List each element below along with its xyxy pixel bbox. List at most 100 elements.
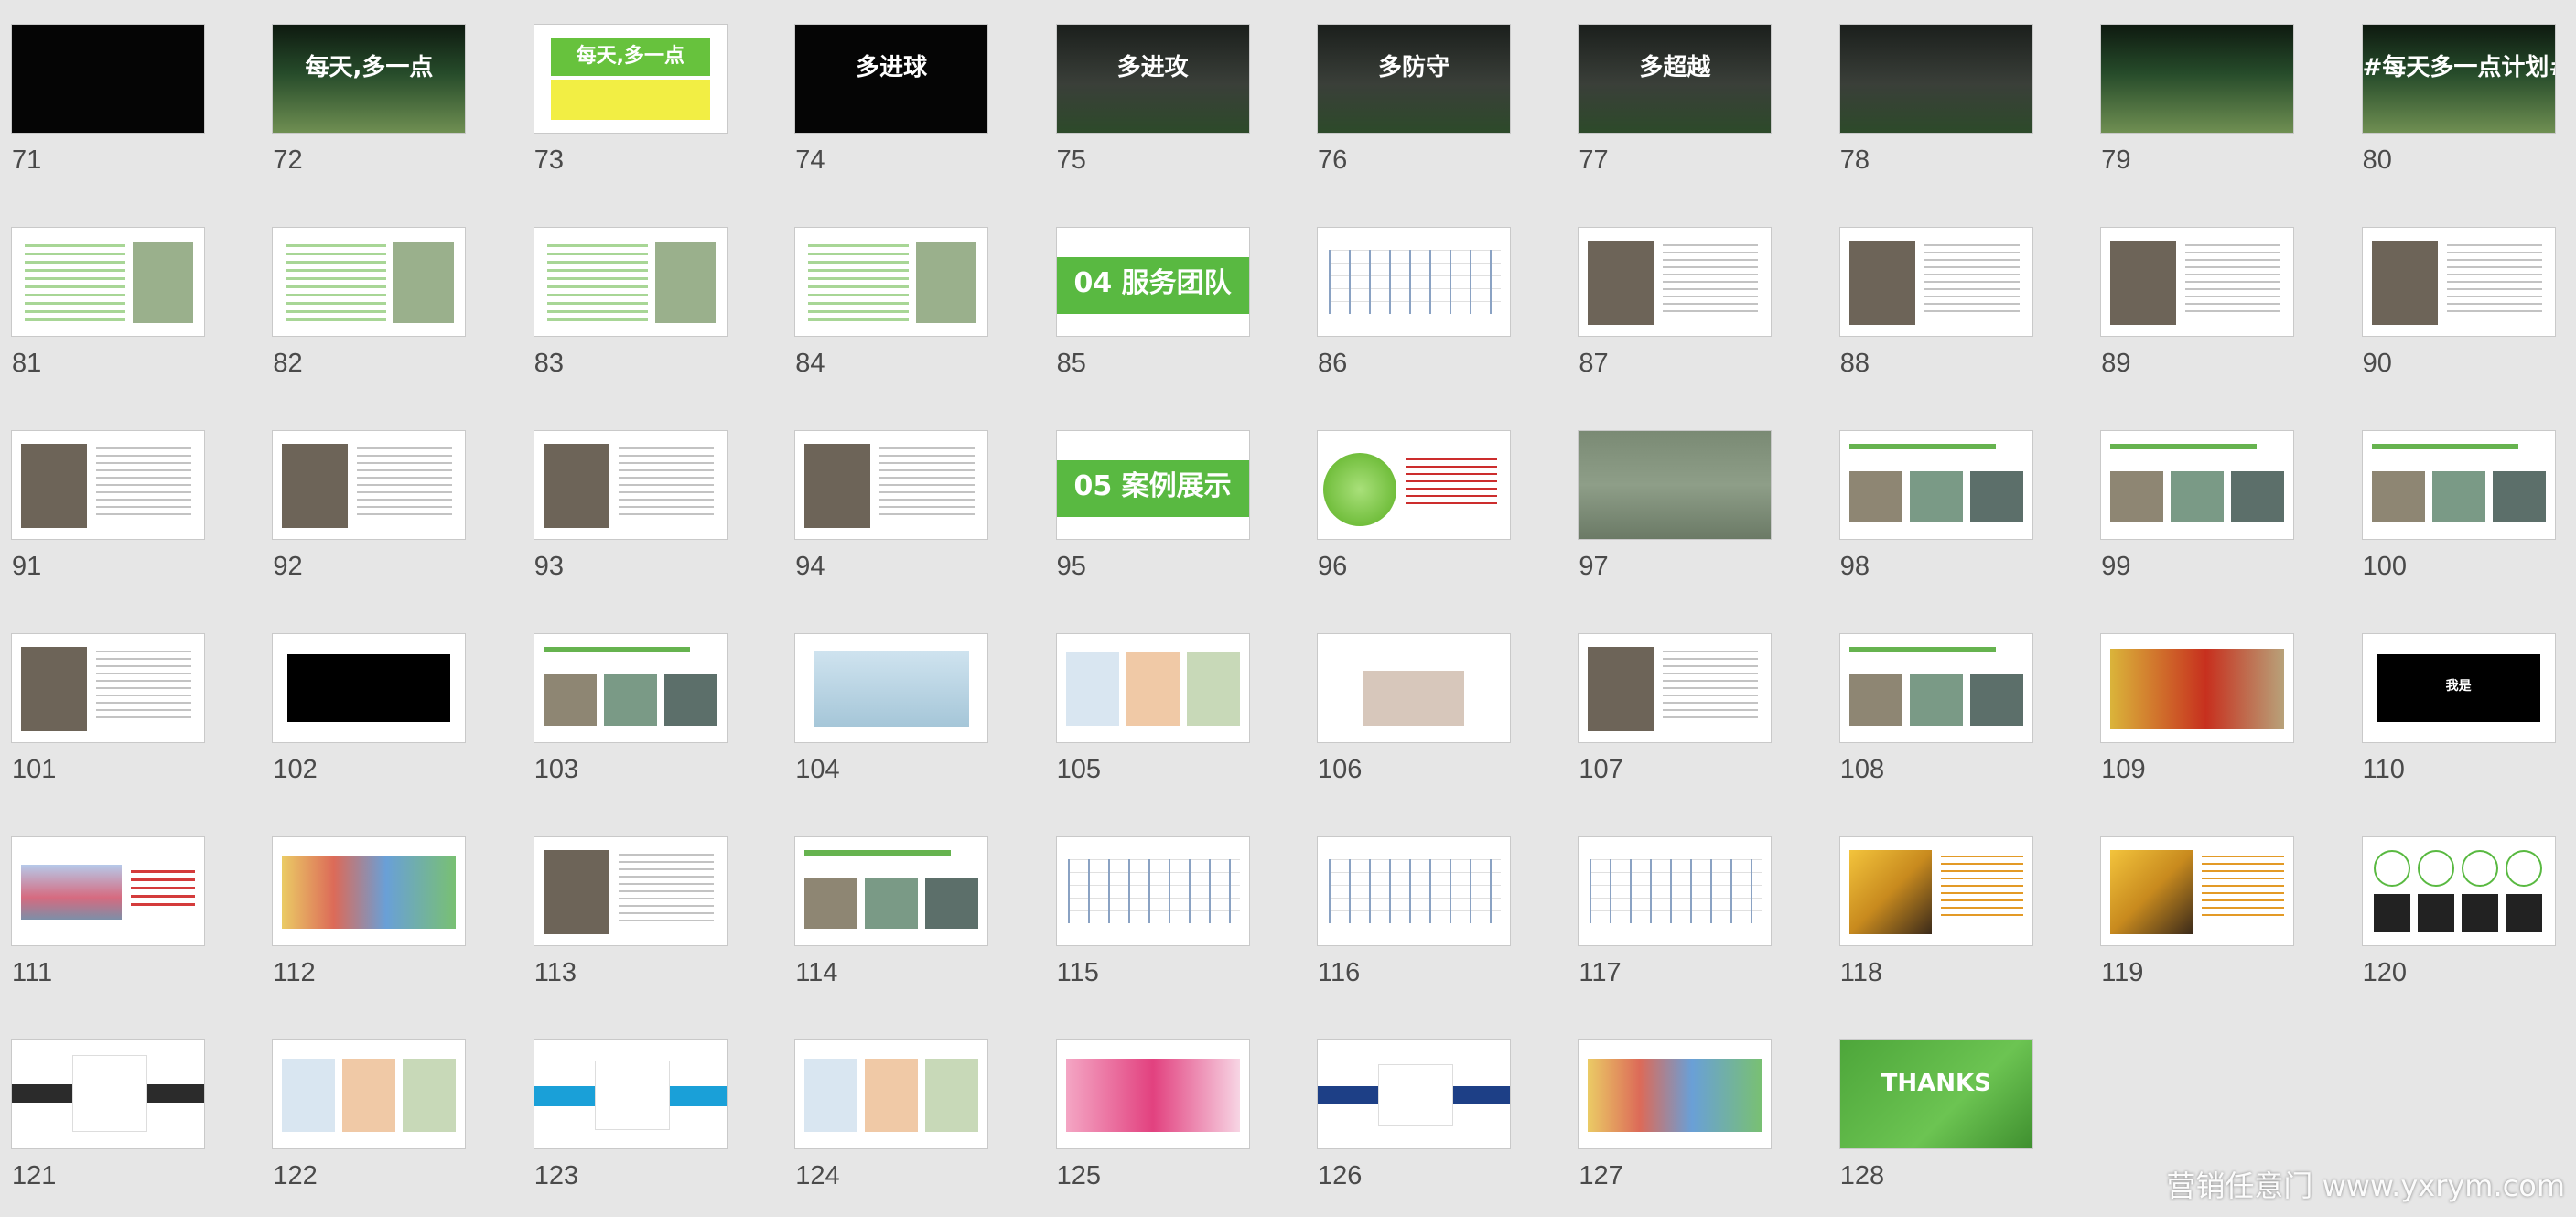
slide-preview[interactable] [1056, 1039, 1250, 1149]
slide-preview[interactable] [11, 430, 205, 540]
slide-preview[interactable] [1839, 836, 2033, 946]
slide-thumbnail-104[interactable]: 104 [785, 609, 996, 811]
slide-preview[interactable] [2100, 633, 2294, 743]
slide-thumbnail-110[interactable]: 我是110 [2353, 609, 2563, 811]
slide-thumbnail-96[interactable]: 96 [1308, 406, 1518, 608]
slide-preview[interactable] [534, 227, 728, 337]
slide-thumbnail-126[interactable]: 126 [1308, 1016, 1518, 1217]
slide-thumbnail-82[interactable]: 82 [263, 203, 473, 404]
slide-thumbnail-105[interactable]: 105 [1047, 609, 1257, 811]
slide-preview[interactable] [272, 1039, 466, 1149]
slide-preview[interactable] [1317, 836, 1511, 946]
slide-preview[interactable] [272, 836, 466, 946]
slide-thumbnail-128[interactable]: THANKS128 [1830, 1016, 2041, 1217]
slide-preview[interactable] [2100, 227, 2294, 337]
slide-thumbnail-124[interactable]: 124 [785, 1016, 996, 1217]
slide-thumbnail-118[interactable]: 118 [1830, 813, 2041, 1014]
slide-preview[interactable] [2100, 24, 2294, 134]
slide-thumbnail-88[interactable]: 88 [1830, 203, 2041, 404]
slide-thumbnail-86[interactable]: 86 [1308, 203, 1518, 404]
slide-thumbnail-83[interactable]: 83 [524, 203, 735, 404]
slide-preview[interactable] [794, 227, 988, 337]
slide-thumbnail-85[interactable]: 04 服务团队85 [1047, 203, 1257, 404]
slide-thumbnail-117[interactable]: 117 [1568, 813, 1779, 1014]
slide-thumbnail-80[interactable]: #每天多一点计划#80 [2353, 0, 2563, 201]
slide-preview[interactable]: 我是 [2362, 633, 2556, 743]
slide-thumbnail-75[interactable]: 多进攻75 [1047, 0, 1257, 201]
slide-thumbnail-94[interactable]: 94 [785, 406, 996, 608]
slide-thumbnail-98[interactable]: 98 [1830, 406, 2041, 608]
slide-preview[interactable] [1839, 633, 2033, 743]
slide-thumbnail-112[interactable]: 112 [263, 813, 473, 1014]
slide-preview[interactable]: 05 案例展示 [1056, 430, 1250, 540]
slide-thumbnail-111[interactable]: 111 [2, 813, 212, 1014]
slide-thumbnail-101[interactable]: 101 [2, 609, 212, 811]
slide-thumbnail-121[interactable]: 121 [2, 1016, 212, 1217]
slide-preview[interactable] [1578, 227, 1772, 337]
slide-preview[interactable] [1317, 227, 1511, 337]
slide-thumbnail-84[interactable]: 84 [785, 203, 996, 404]
slide-preview[interactable] [1317, 633, 1511, 743]
slide-preview[interactable] [794, 1039, 988, 1149]
slide-preview[interactable]: THANKS [1839, 1039, 2033, 1149]
slide-thumbnail-89[interactable]: 89 [2091, 203, 2301, 404]
slide-preview[interactable] [2100, 836, 2294, 946]
slide-thumbnail-76[interactable]: 多防守76 [1308, 0, 1518, 201]
slide-preview[interactable] [534, 430, 728, 540]
slide-preview[interactable] [1578, 633, 1772, 743]
slide-thumbnail-102[interactable]: 102 [263, 609, 473, 811]
slide-thumbnail-93[interactable]: 93 [524, 406, 735, 608]
slide-preview[interactable] [794, 836, 988, 946]
slide-thumbnail-108[interactable]: 108 [1830, 609, 2041, 811]
slide-preview[interactable] [1056, 836, 1250, 946]
slide-thumbnail-119[interactable]: 119 [2091, 813, 2301, 1014]
slide-thumbnail-78[interactable]: 78 [1830, 0, 2041, 201]
slide-thumbnail-100[interactable]: 100 [2353, 406, 2563, 608]
slide-preview[interactable] [1056, 633, 1250, 743]
slide-preview[interactable] [1317, 1039, 1511, 1149]
slide-thumbnail-116[interactable]: 116 [1308, 813, 1518, 1014]
slide-preview[interactable] [1839, 24, 2033, 134]
slide-thumbnail-95[interactable]: 05 案例展示95 [1047, 406, 1257, 608]
slide-thumbnail-81[interactable]: 81 [2, 203, 212, 404]
slide-preview[interactable] [272, 633, 466, 743]
slide-preview[interactable]: 多超越 [1578, 24, 1772, 134]
slide-preview[interactable] [1839, 430, 2033, 540]
slide-preview[interactable]: 多进攻 [1056, 24, 1250, 134]
slide-thumbnail-87[interactable]: 87 [1568, 203, 1779, 404]
slide-preview[interactable]: 每天,多一点 [272, 24, 466, 134]
slide-thumbnail-99[interactable]: 99 [2091, 406, 2301, 608]
slide-thumbnail-120[interactable]: 120 [2353, 813, 2563, 1014]
slide-thumbnail-92[interactable]: 92 [263, 406, 473, 608]
slide-thumbnail-115[interactable]: 115 [1047, 813, 1257, 1014]
slide-preview[interactable]: 每天,多一点 [534, 24, 728, 134]
slide-preview[interactable]: 多防守 [1317, 24, 1511, 134]
slide-preview[interactable] [534, 633, 728, 743]
slide-thumbnail-103[interactable]: 103 [524, 609, 735, 811]
slide-preview[interactable] [2362, 430, 2556, 540]
slide-thumbnail-71[interactable]: 71 [2, 0, 212, 201]
slide-thumbnail-109[interactable]: 109 [2091, 609, 2301, 811]
slide-preview[interactable] [1317, 430, 1511, 540]
slide-preview[interactable] [11, 836, 205, 946]
slide-thumbnail-73[interactable]: 每天,多一点73 [524, 0, 735, 201]
slide-thumbnail-74[interactable]: 多进球74 [785, 0, 996, 201]
slide-preview[interactable] [794, 430, 988, 540]
slide-thumbnail-123[interactable]: 123 [524, 1016, 735, 1217]
slide-thumbnail-107[interactable]: 107 [1568, 609, 1779, 811]
slide-preview[interactable] [11, 227, 205, 337]
slide-preview[interactable] [272, 430, 466, 540]
slide-preview[interactable]: 04 服务团队 [1056, 227, 1250, 337]
slide-preview[interactable] [1578, 1039, 1772, 1149]
slide-preview[interactable] [1578, 836, 1772, 946]
slide-thumbnail-91[interactable]: 91 [2, 406, 212, 608]
slide-preview[interactable]: #每天多一点计划# [2362, 24, 2556, 134]
slide-thumbnail-79[interactable]: 79 [2091, 0, 2301, 201]
slide-preview[interactable] [11, 24, 205, 134]
slide-thumbnail-77[interactable]: 多超越77 [1568, 0, 1779, 201]
slide-preview[interactable] [11, 633, 205, 743]
slide-preview[interactable] [2100, 430, 2294, 540]
slide-preview[interactable] [1839, 227, 2033, 337]
slide-thumbnail-106[interactable]: 106 [1308, 609, 1518, 811]
slide-preview[interactable]: 多进球 [794, 24, 988, 134]
